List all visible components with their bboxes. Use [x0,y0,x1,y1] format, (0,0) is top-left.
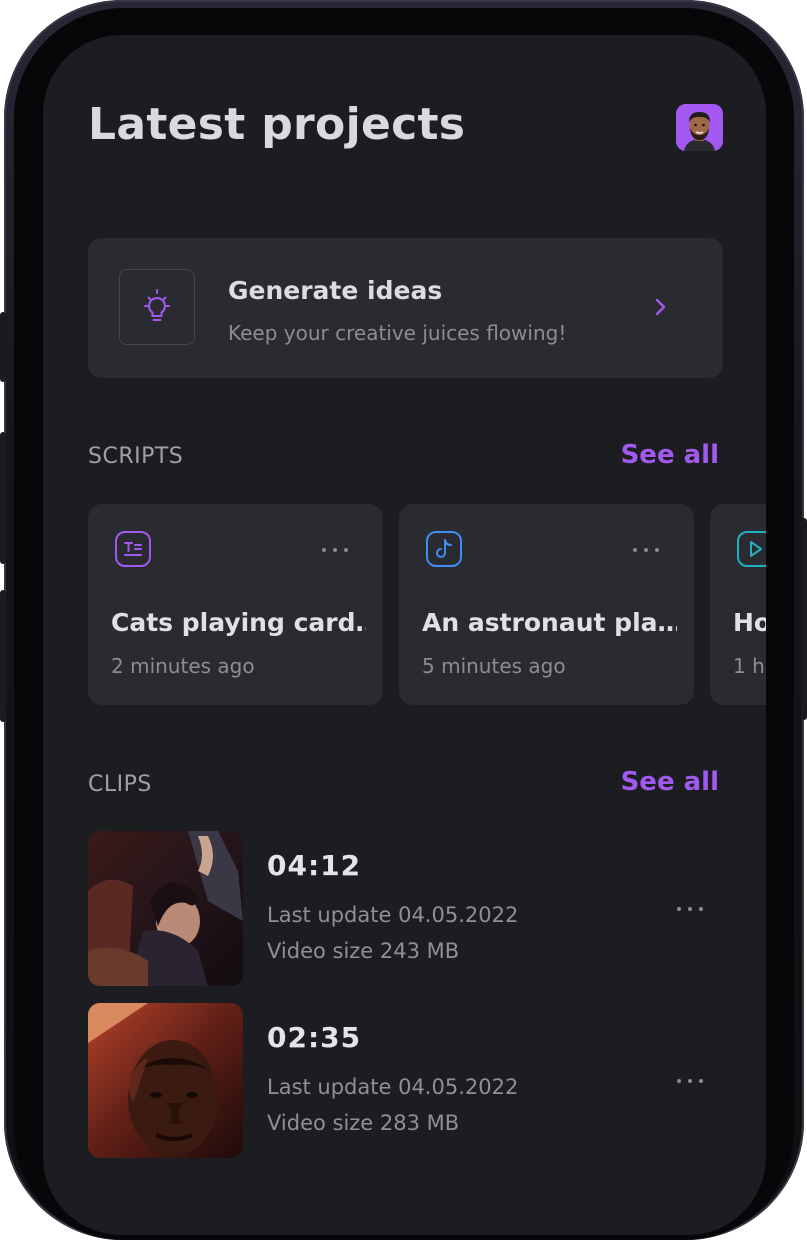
script-card[interactable]: An astronaut pla… 5 minutes ago [399,504,694,705]
script-card[interactable]: Cats playing card… 2 minutes ago [88,504,383,705]
script-time: 2 minutes ago [111,654,255,678]
lightbulb-icon [119,269,195,345]
clip-last-update: Last update 04.05.2022 [267,1075,519,1099]
clip-item[interactable]: 04:12 Last update 04.05.2022 Video size … [88,831,728,987]
script-time: 1 h [733,654,765,678]
script-title: Ho [733,608,766,637]
scripts-section-label: SCRIPTS [88,444,184,469]
clip-thumbnail [88,831,243,986]
volume-down-button [0,590,6,722]
script-card[interactable]: Ho 1 h [710,504,766,705]
clip-video-size: Video size 283 MB [267,1111,460,1135]
mute-switch [0,312,6,382]
avatar-portrait [676,104,723,151]
script-title: Cats playing card… [111,608,366,637]
tiktok-icon [425,530,463,568]
clip-duration: 04:12 [267,849,362,882]
app-screen: Latest projects Generate ideas Keep your… [43,35,766,1235]
page-title: Latest projects [88,99,466,150]
volume-up-button [0,432,6,564]
clip-thumbnail [88,1003,243,1158]
chevron-right-icon [648,295,672,323]
ideas-title: Generate ideas [228,276,443,305]
play-icon [736,530,766,568]
more-options-icon[interactable] [677,1079,703,1083]
script-time: 5 minutes ago [422,654,566,678]
more-options-icon[interactable] [322,548,348,552]
clip-video-size: Video size 243 MB [267,939,460,963]
clip-item[interactable]: 02:35 Last update 04.05.2022 Video size … [88,1003,728,1159]
more-options-icon[interactable] [677,907,703,911]
clip-duration: 02:35 [267,1021,362,1054]
more-options-icon[interactable] [633,548,659,552]
generate-ideas-card[interactable]: Generate ideas Keep your creative juices… [88,238,723,378]
script-title: An astronaut pla… [422,608,677,637]
scripts-carousel[interactable]: Cats playing card… 2 minutes ago An astr… [88,504,766,705]
clip-last-update: Last update 04.05.2022 [267,903,519,927]
user-avatar[interactable] [676,104,723,151]
scripts-see-all-link[interactable]: See all [621,440,719,470]
clips-see-all-link[interactable]: See all [621,767,719,797]
clips-section-label: CLIPS [88,772,152,797]
text-script-icon [114,530,152,568]
power-button [801,518,807,720]
ideas-subtitle: Keep your creative juices flowing! [228,321,567,345]
